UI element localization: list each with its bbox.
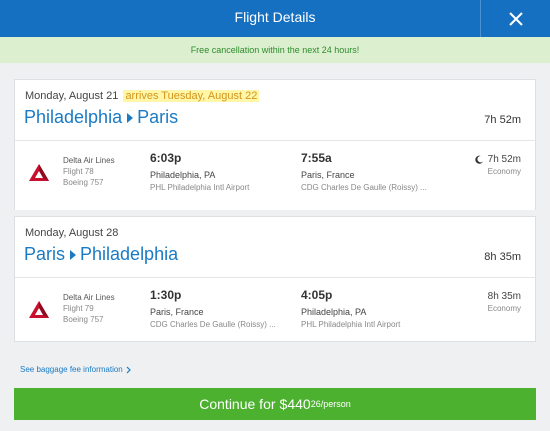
departure-time: 6:03p bbox=[150, 151, 182, 165]
origin-city: Philadelphia bbox=[24, 107, 123, 127]
baggage-fee-link[interactable]: See baggage fee information bbox=[20, 365, 131, 374]
leg-total-duration: 8h 35m bbox=[484, 251, 521, 263]
airline-name: Delta Air Lines bbox=[63, 293, 115, 302]
route-title: Paris Philadelphia bbox=[24, 244, 178, 265]
destination-city: Philadelphia bbox=[80, 244, 179, 264]
moon-icon bbox=[474, 155, 483, 164]
baggage-fee-link-label: See baggage fee information bbox=[20, 365, 123, 374]
route-arrow-icon bbox=[70, 249, 77, 260]
departure-time: 1:30p bbox=[150, 288, 182, 302]
aircraft-type: Boeing 757 bbox=[63, 315, 104, 324]
arrival-date-note: arrives Tuesday, August 22 bbox=[123, 90, 260, 102]
origin-city: Paris bbox=[24, 244, 66, 264]
departure-info: 6:03p Philadelphia, PA PHL Philadelphia … bbox=[150, 151, 249, 192]
close-icon bbox=[508, 11, 523, 26]
segment-duration-row: 8h 35m bbox=[488, 288, 521, 304]
arrival-info: 4:05p Philadelphia, PA PHL Philadelphia … bbox=[301, 288, 400, 329]
cabin-class: Economy bbox=[487, 167, 521, 176]
continue-label: Continue for bbox=[199, 396, 276, 412]
dialog-title: Flight Details bbox=[234, 9, 316, 25]
route-title: Philadelphia Paris bbox=[24, 107, 178, 128]
segment-duration-row: 7h 52m bbox=[474, 151, 521, 167]
departure-info: 1:30p Paris, France CDG Charles De Gaull… bbox=[150, 288, 276, 329]
flight-segment: Delta Air Lines Flight 79 Boeing 757 1:3… bbox=[14, 277, 536, 342]
aircraft-type: Boeing 757 bbox=[63, 178, 104, 187]
leg-date: Monday, August 28 bbox=[25, 227, 119, 239]
delta-logo-icon bbox=[28, 163, 50, 188]
leg-total-duration: 7h 52m bbox=[484, 114, 521, 126]
header-bar: Flight Details bbox=[0, 0, 550, 37]
arrival-city: Paris, France bbox=[301, 170, 355, 180]
continue-price-unit: /person bbox=[320, 399, 351, 409]
segment-summary: 7h 52m Economy bbox=[474, 151, 521, 176]
destination-city: Paris bbox=[137, 107, 179, 127]
airline-name: Delta Air Lines bbox=[63, 156, 115, 165]
continue-price-cents: 26 bbox=[310, 399, 321, 409]
arrival-airport: CDG Charles De Gaulle (Roissy) ... bbox=[301, 183, 427, 192]
continue-price: $440 bbox=[279, 396, 311, 412]
continue-button[interactable]: Continue for $440 26 /person bbox=[14, 388, 536, 420]
departure-city: Philadelphia, PA bbox=[150, 170, 216, 180]
chevron-right-icon bbox=[126, 366, 131, 373]
arrival-info: 7:55a Paris, France CDG Charles De Gaull… bbox=[301, 151, 427, 192]
segment-duration: 7h 52m bbox=[487, 153, 521, 165]
arrival-time: 7:55a bbox=[301, 151, 332, 165]
route-arrow-icon bbox=[127, 112, 134, 123]
leg-date-line: Monday, August 28 bbox=[25, 227, 525, 240]
departure-airport: CDG Charles De Gaulle (Roissy) ... bbox=[150, 320, 276, 329]
flight-number: Flight 78 bbox=[63, 167, 94, 176]
cancellation-notice: Free cancellation within the next 24 hou… bbox=[0, 37, 550, 63]
airline-info: Delta Air Lines Flight 79 Boeing 757 bbox=[63, 292, 115, 325]
arrival-time: 4:05p bbox=[301, 288, 333, 302]
departure-airport: PHL Philadelphia Intl Airport bbox=[150, 183, 250, 192]
cabin-class: Economy bbox=[487, 304, 521, 313]
segment-duration: 8h 35m bbox=[487, 290, 521, 302]
leg-date: Monday, August 21 bbox=[25, 90, 119, 102]
airline-info: Delta Air Lines Flight 78 Boeing 757 bbox=[63, 155, 115, 188]
segment-summary: 8h 35m Economy bbox=[487, 288, 521, 314]
close-button[interactable] bbox=[480, 0, 550, 37]
delta-logo-icon bbox=[28, 300, 50, 325]
arrival-city: Philadelphia, PA bbox=[301, 307, 367, 317]
departure-city: Paris, France bbox=[150, 307, 204, 317]
arrival-airport: PHL Philadelphia Intl Airport bbox=[301, 320, 401, 329]
flight-segment: Delta Air Lines Flight 78 Boeing 757 6:0… bbox=[14, 140, 536, 210]
leg-date-line: Monday, August 21 arrives Tuesday, Augus… bbox=[25, 90, 525, 103]
flight-number: Flight 79 bbox=[63, 304, 94, 313]
